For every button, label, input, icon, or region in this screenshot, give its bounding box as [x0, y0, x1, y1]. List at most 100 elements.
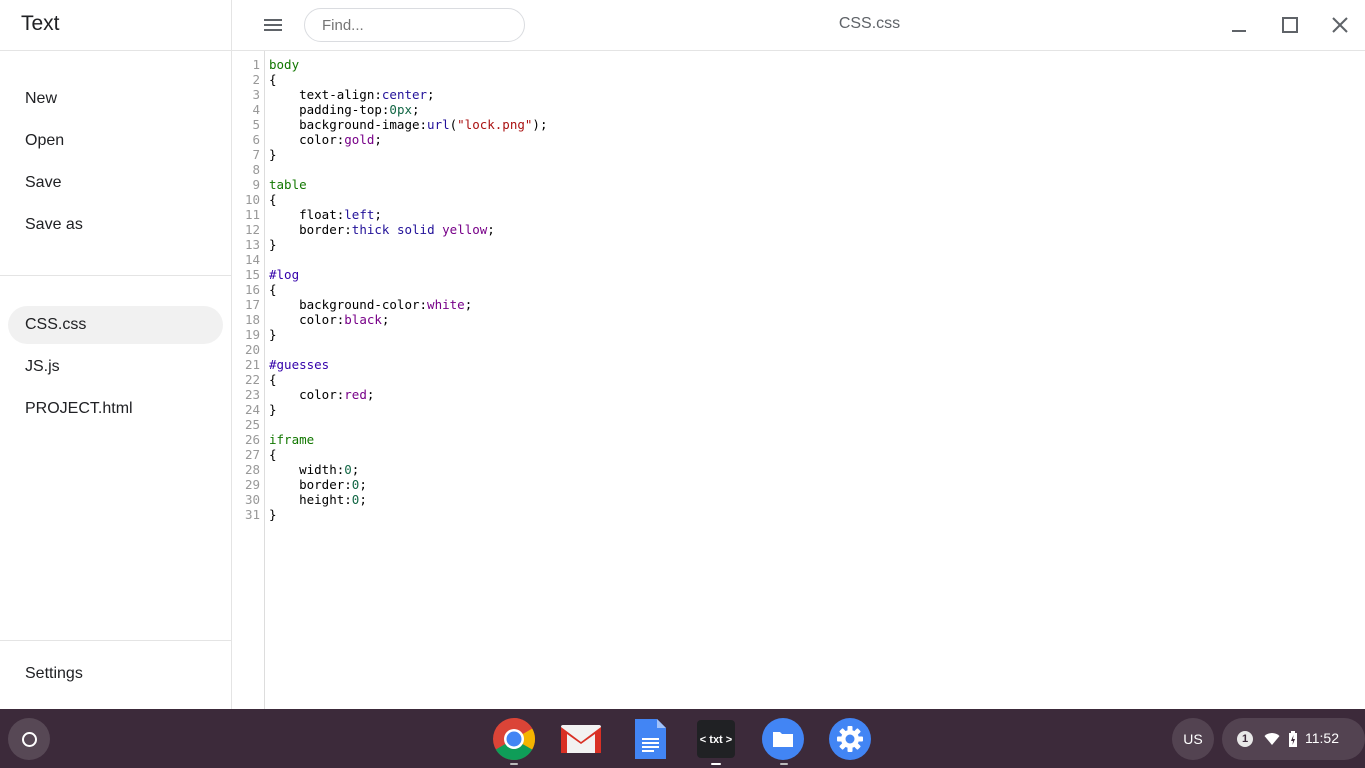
gmail-icon[interactable] — [559, 717, 603, 761]
code-line[interactable]: color:gold; — [269, 132, 382, 147]
save-button[interactable]: Save — [8, 164, 223, 202]
file-item-html[interactable]: PROJECT.html — [8, 390, 223, 428]
code-line[interactable]: #log — [269, 267, 299, 282]
code-token: color — [269, 387, 337, 402]
code-token: ; — [374, 207, 382, 222]
line-number: 8 — [252, 162, 260, 177]
code-token: ; — [381, 312, 390, 327]
line-number: 30 — [244, 492, 260, 507]
code-token: : — [374, 87, 382, 102]
code-line[interactable]: { — [269, 372, 277, 387]
open-file-button[interactable]: Open — [8, 122, 223, 160]
minimize-icon[interactable] — [1227, 13, 1251, 37]
menu-icon[interactable] — [262, 15, 284, 35]
code-token: white — [427, 297, 465, 312]
line-number: 10 — [244, 192, 260, 207]
code-line[interactable]: padding-top:0px; — [269, 102, 420, 117]
code-line[interactable]: float:left; — [269, 207, 382, 222]
app-title: Text — [21, 12, 60, 35]
line-number: 2 — [252, 72, 260, 87]
find-input[interactable] — [304, 8, 525, 42]
code-token: color — [269, 312, 337, 327]
line-number: 15 — [244, 267, 260, 282]
code-line[interactable]: width:0; — [269, 462, 359, 477]
code-token: padding-top — [269, 102, 382, 117]
code-line[interactable]: } — [269, 147, 277, 162]
header: CSS.css — [232, 0, 1365, 51]
line-number: 26 — [244, 432, 260, 447]
code-line[interactable]: { — [269, 192, 277, 207]
code-token: background-color — [269, 297, 420, 312]
code-line[interactable]: #guesses — [269, 357, 329, 372]
code-token: solid — [396, 222, 435, 237]
input-method-button[interactable]: US — [1172, 718, 1214, 760]
line-number: 9 — [252, 177, 260, 192]
line-number: 6 — [252, 132, 260, 147]
launcher-button[interactable] — [8, 718, 50, 760]
close-icon[interactable] — [1328, 13, 1352, 37]
line-number: 19 — [244, 327, 260, 342]
line-number: 7 — [252, 147, 260, 162]
line-number: 5 — [252, 117, 260, 132]
code-token: ; — [359, 477, 367, 492]
code-line[interactable]: body — [269, 57, 299, 72]
code-line[interactable]: { — [269, 72, 277, 87]
files-icon[interactable] — [761, 717, 805, 761]
code-token: gold — [344, 132, 375, 147]
sidebar-divider — [0, 640, 231, 641]
code-token: ; — [412, 102, 420, 117]
code-line[interactable]: color:red; — [269, 387, 374, 402]
line-number: 27 — [244, 447, 260, 462]
line-number: 17 — [244, 297, 260, 312]
status-tray[interactable]: 1 11:52 — [1222, 718, 1365, 760]
code-token: "lock.png" — [457, 117, 533, 132]
code-token: ; — [374, 132, 382, 147]
code-token: : — [419, 297, 428, 312]
code-token: 0 — [344, 462, 352, 477]
settings-button[interactable]: Settings — [8, 655, 223, 693]
sidebar: Text New Open Save Save as CSS.css JS.js… — [0, 0, 232, 709]
code-line[interactable]: background-color:white; — [269, 297, 472, 312]
code-line[interactable]: background-image:url("lock.png"); — [269, 117, 547, 132]
clock: 11:52 — [1305, 730, 1339, 746]
line-number: 22 — [244, 372, 260, 387]
new-file-button[interactable]: New — [8, 80, 223, 118]
sidebar-divider — [0, 275, 231, 276]
code-line[interactable]: iframe — [269, 432, 314, 447]
code-line[interactable]: { — [269, 447, 277, 462]
code-line[interactable]: { — [269, 282, 277, 297]
text-app-icon[interactable]: < txt > — [694, 717, 738, 761]
code-line[interactable]: text-align:center; — [269, 87, 435, 102]
code-line[interactable]: table — [269, 177, 307, 192]
save-as-button[interactable]: Save as — [8, 206, 223, 244]
code-token: color — [269, 132, 337, 147]
line-number: 12 — [244, 222, 260, 237]
line-number: 29 — [244, 477, 260, 492]
running-indicator — [780, 763, 788, 765]
code-line[interactable]: } — [269, 327, 277, 342]
code-token: ; — [366, 387, 375, 402]
code-token: height — [269, 492, 345, 507]
chrome-icon[interactable] — [492, 717, 536, 761]
code-token: ); — [532, 117, 548, 132]
code-token: } — [269, 327, 277, 342]
line-number: 1 — [252, 57, 260, 72]
file-item-js[interactable]: JS.js — [8, 348, 223, 386]
code-line[interactable]: color:black; — [269, 312, 389, 327]
maximize-icon[interactable] — [1278, 13, 1302, 37]
code-line[interactable]: border:0; — [269, 477, 367, 492]
code-line[interactable]: border:thick solid yellow; — [269, 222, 495, 237]
code-line[interactable]: } — [269, 507, 277, 522]
line-number-gutter: 1 2 3 4 5 6 7 8 9 10 11 12 13 14 15 16 17 18 19 20 21 22 23 24 2… — [232, 51, 265, 709]
line-number: 11 — [244, 207, 260, 222]
code-line[interactable]: } — [269, 237, 277, 252]
sidebar-divider — [0, 50, 231, 51]
docs-icon[interactable] — [628, 717, 672, 761]
code-editor[interactable]: 1 2 3 4 5 6 7 8 9 10 11 12 13 14 15 16 17 18 19 20 21 22 23 24 2… — [232, 51, 1365, 709]
code-line[interactable]: height:0; — [269, 492, 367, 507]
code-line[interactable]: } — [269, 402, 277, 417]
code-token: ; — [427, 87, 435, 102]
file-item-css[interactable]: CSS.css — [8, 306, 223, 344]
code-token: { — [269, 192, 277, 207]
settings-icon[interactable] — [828, 717, 872, 761]
